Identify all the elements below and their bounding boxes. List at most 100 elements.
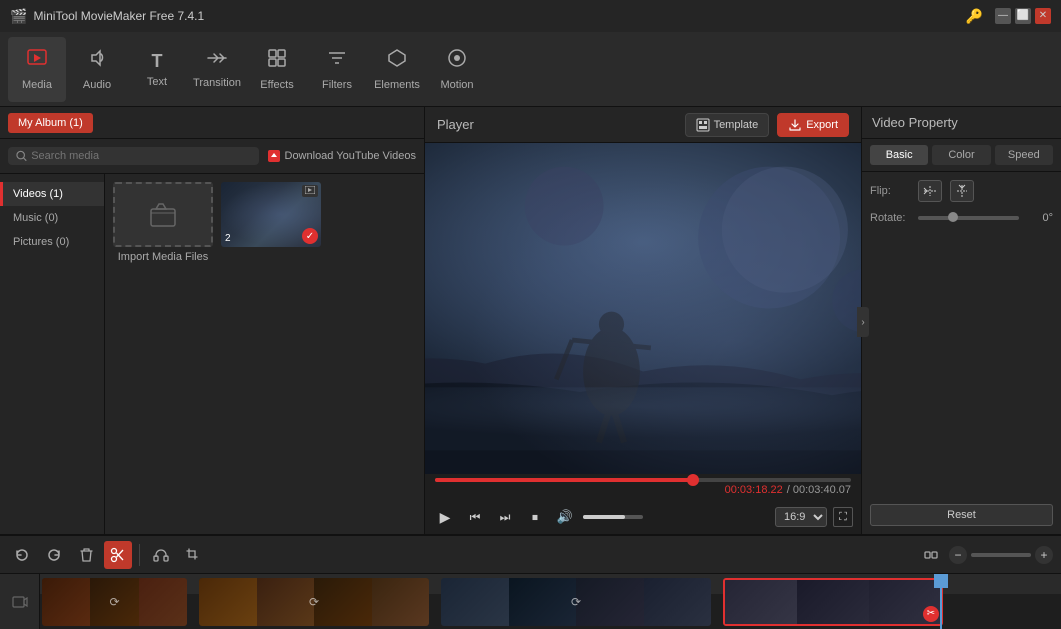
app-icon: 🎬 [10, 8, 27, 25]
effects-label: Effects [260, 79, 293, 91]
reset-button[interactable]: Reset [870, 504, 1053, 526]
clip-4-selected[interactable]: ✂ [723, 578, 943, 626]
zoom-out-button[interactable]: − [949, 546, 967, 564]
controls-left: ▶ ⏮ ⏭ ⏹ 🔊 [433, 505, 643, 529]
aspect-ratio-select[interactable]: 16:9 4:3 1:1 [775, 507, 827, 527]
sidebar-item-videos[interactable]: Videos (1) [0, 182, 104, 206]
timeline-thumb[interactable] [687, 474, 699, 486]
tab-myalbum[interactable]: My Album (1) [8, 113, 93, 133]
media-label: Media [22, 79, 52, 91]
scissors-icon [110, 547, 126, 563]
rotate-thumb [948, 212, 958, 222]
track-settings-icon [923, 547, 939, 563]
transition-icon [206, 49, 228, 73]
search-box[interactable] [8, 147, 259, 165]
flip-horizontal-button[interactable] [918, 180, 942, 202]
yt-download-button[interactable]: Download YouTube Videos [267, 149, 417, 163]
redo-button[interactable] [40, 541, 68, 569]
settings-icon[interactable]: 🔑 [966, 8, 983, 25]
current-time: 00:03:18.22 [725, 484, 783, 496]
player-actions: Template Export [685, 113, 849, 137]
clip-repeat-icon-3: ⟳ [571, 595, 581, 609]
tab-basic[interactable]: Basic [870, 145, 928, 165]
toolbar-separator-1 [139, 544, 140, 566]
toolbar-motion[interactable]: Motion [428, 37, 486, 102]
tab-color[interactable]: Color [932, 145, 990, 165]
media-grid: Import Media Files ✓ 2 [105, 174, 424, 534]
undo-icon [14, 547, 30, 563]
export-icon [788, 118, 802, 132]
selected-badge: ✓ [302, 228, 318, 244]
audio-detach-button[interactable] [147, 541, 175, 569]
left-sidebar: Videos (1) Music (0) Pictures (0) [0, 174, 105, 534]
panel-collapse-button[interactable]: › [857, 307, 869, 337]
delete-icon [79, 547, 94, 563]
import-folder-icon [149, 201, 177, 229]
undo-button[interactable] [8, 541, 36, 569]
toolbar-audio[interactable]: Audio [68, 37, 126, 102]
sidebar-item-pictures[interactable]: Pictures (0) [0, 230, 104, 254]
timeline-progress-bar[interactable] [435, 478, 851, 482]
main-area: My Album (1) Download YouTube Videos Vid… [0, 107, 1061, 534]
delete-button[interactable] [72, 541, 100, 569]
video-property-title: Video Property [872, 115, 958, 130]
elements-label: Elements [374, 79, 420, 91]
clip-2[interactable]: ⟳ [199, 578, 429, 626]
media-item-2[interactable]: ✓ 2 [221, 182, 321, 263]
video-track-icon [0, 574, 40, 629]
stop-button[interactable]: ⏹ [523, 505, 547, 529]
timeline-track-area: 55.5s 1.8m 2.8m 3.7m ⟳ [0, 574, 1061, 629]
audio-label: Audio [83, 79, 111, 91]
volume-fill [583, 515, 625, 519]
flip-row: Flip: [870, 180, 1053, 202]
clip-3[interactable]: ⟳ [441, 578, 711, 626]
media-icon [26, 47, 48, 75]
toolbar-filters[interactable]: Filters [308, 37, 366, 102]
volume-slider[interactable] [583, 515, 643, 519]
clip-repeat-icon-2: ⟳ [309, 595, 319, 609]
rotate-value: 0° [1025, 212, 1053, 224]
search-input[interactable] [31, 150, 250, 162]
total-time: / 00:03:40.07 [787, 484, 851, 496]
rotate-slider[interactable] [918, 216, 1019, 220]
toolbar-media[interactable]: Media [8, 37, 66, 102]
toolbar-elements[interactable]: Elements [368, 37, 426, 102]
toolbar-text[interactable]: T Text [128, 37, 186, 102]
flip-vertical-button[interactable] [950, 180, 974, 202]
zoom-slider[interactable] [971, 553, 1031, 557]
title-bar-controls: 🔑 — ⬜ ✕ [966, 8, 1051, 25]
timeline-toolbar: − + [0, 536, 1061, 574]
track-settings-button[interactable] [917, 541, 945, 569]
clip-1[interactable]: ⟳ [42, 578, 187, 626]
template-button[interactable]: Template [685, 113, 770, 137]
text-icon: T [152, 51, 163, 72]
mute-button[interactable]: 🔊 [553, 505, 577, 529]
play-button[interactable]: ▶ [433, 505, 457, 529]
video-property-tabs: Basic Color Speed [862, 139, 1061, 172]
minimize-button[interactable]: — [995, 8, 1011, 24]
toolbar-effects[interactable]: Effects [248, 37, 306, 102]
import-media-item[interactable]: Import Media Files [113, 182, 213, 263]
tab-speed[interactable]: Speed [995, 145, 1053, 165]
playhead [940, 574, 942, 629]
player-timeline: 00:03:18.22 / 00:03:40.07 [425, 474, 861, 500]
zoom-in-button[interactable]: + [1035, 546, 1053, 564]
filters-label: Filters [322, 79, 352, 91]
export-button[interactable]: Export [777, 113, 849, 137]
close-button[interactable]: ✕ [1035, 8, 1051, 24]
sidebar-item-music[interactable]: Music (0) [0, 206, 104, 230]
player-panel: Player Template Export [425, 107, 861, 534]
restore-button[interactable]: ⬜ [1015, 8, 1031, 24]
transition-label: Transition [193, 77, 241, 89]
crop-button[interactable] [179, 541, 207, 569]
app-title: MiniTool MovieMaker Free 7.4.1 [33, 9, 204, 23]
clip-repeat-icon: ⟳ [109, 595, 119, 609]
flip-label: Flip: [870, 185, 910, 197]
player-video [425, 143, 861, 474]
next-frame-button[interactable]: ⏭ [493, 505, 517, 529]
toolbar-transition[interactable]: Transition [188, 37, 246, 102]
prev-frame-button[interactable]: ⏮ [463, 505, 487, 529]
scissors-button[interactable] [104, 541, 132, 569]
title-bar-left: 🎬 MiniTool MovieMaker Free 7.4.1 [10, 8, 204, 25]
fullscreen-button[interactable]: ⛶ [833, 507, 853, 527]
